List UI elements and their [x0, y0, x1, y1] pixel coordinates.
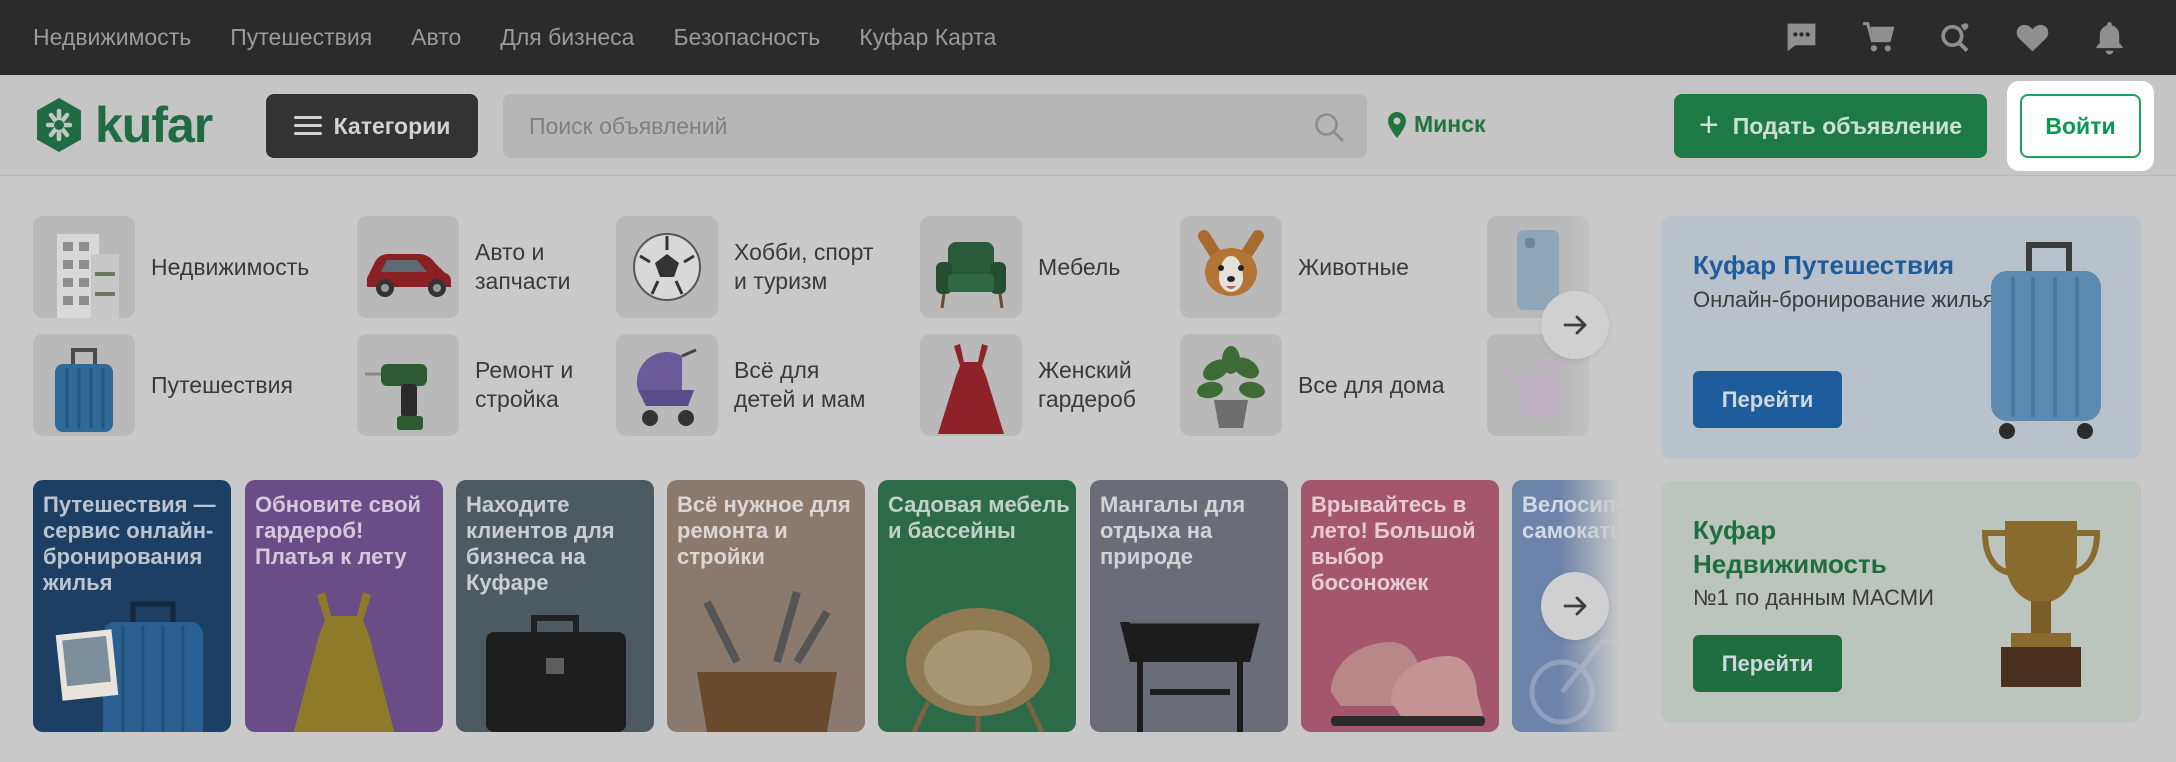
login-highlight: Войти — [2007, 81, 2154, 171]
banner-sandals[interactable]: Врывайтесь в лето! Большой выбор босонож… — [1301, 480, 1499, 732]
category-label: Авто и запчасти — [475, 239, 571, 294]
plus-icon: + — [1698, 105, 1719, 144]
promo-banners-carousel: Путешествия — сервис онлайн-бронирования… — [0, 480, 1620, 732]
top-link-auto[interactable]: Авто — [411, 24, 461, 51]
banner-text: Врывайтесь в лето! Большой выбор босонож… — [1311, 492, 1476, 595]
category-hobby[interactable]: Хобби, спорт и туризм — [616, 216, 884, 318]
toolbox-art — [697, 590, 837, 732]
promo-title: Куфар Недвижимость — [1693, 515, 1887, 579]
top-nav: Недвижимость Путешествия Авто Для бизнес… — [33, 0, 996, 75]
categories-button[interactable]: Категории — [266, 94, 478, 158]
search-favorites-icon[interactable] — [1937, 19, 1974, 56]
category-label: Мебель — [1038, 253, 1121, 280]
drill-icon — [357, 334, 459, 436]
search-input[interactable] — [503, 94, 1303, 158]
category-label: Всё для детей и мам — [734, 357, 866, 412]
banner-repair[interactable]: Всё нужное для ремонта и стройки — [667, 480, 865, 732]
suitcase-icon — [1991, 242, 2101, 439]
location-selector[interactable]: Минск — [1388, 111, 1486, 138]
armchair-icon — [920, 216, 1022, 318]
menu-icon — [293, 116, 322, 136]
categories-next-button[interactable] — [1541, 291, 1609, 359]
promo-travel-button[interactable]: Перейти — [1693, 371, 1842, 428]
top-link-travel[interactable]: Путешествия — [230, 24, 372, 51]
location-label: Минск — [1414, 111, 1486, 137]
top-link-map[interactable]: Куфар Карта — [859, 24, 996, 51]
banner-wardrobe[interactable]: Обновите свой гардероб! Платья к лету — [245, 480, 443, 732]
top-link-business[interactable]: Для бизнеса — [500, 24, 634, 51]
arrow-right-icon — [1563, 596, 1587, 616]
top-icons — [1783, 0, 2128, 75]
trophy-icon — [1981, 521, 2101, 687]
banner-text: Мангалы для отдыха на природе — [1100, 492, 1246, 569]
category-label: Недвижимость — [151, 253, 310, 280]
search-box — [503, 94, 1367, 158]
arrow-right-icon — [1563, 315, 1587, 335]
banner-grill[interactable]: Мангалы для отдыха на природе — [1090, 480, 1288, 732]
category-home[interactable]: Все для дома — [1180, 334, 1448, 436]
top-bar: Недвижимость Путешествия Авто Для бизнес… — [0, 0, 2176, 75]
dress-art — [293, 592, 395, 732]
category-label: Ремонт и стройка — [475, 357, 574, 412]
ball-icon — [616, 216, 718, 318]
search-icon[interactable] — [1313, 111, 1345, 143]
banner-travel[interactable]: Путешествия — сервис онлайн-бронирования… — [33, 480, 231, 732]
category-label: Все для дома — [1298, 371, 1445, 398]
category-realty[interactable]: Недвижимость — [33, 216, 310, 318]
car-icon — [357, 216, 459, 318]
logo-text: kufar — [95, 97, 213, 153]
chat-icon[interactable] — [1783, 19, 1820, 56]
banner-garden[interactable]: Садовая мебель и бассейны — [878, 480, 1076, 732]
category-label: Путешествия — [151, 371, 293, 398]
category-animals[interactable]: Животные — [1180, 216, 1448, 318]
plant-icon — [1180, 334, 1282, 436]
category-auto[interactable]: Авто и запчасти — [357, 216, 625, 318]
category-label: Женский гардероб — [1038, 357, 1136, 412]
banner-text: Находите клиентов для бизнеса на Куфаре — [466, 492, 615, 595]
suitcase-icon — [33, 334, 135, 436]
bell-icon[interactable] — [2091, 19, 2128, 56]
dress-icon — [920, 334, 1022, 436]
category-label: Животные — [1298, 253, 1409, 280]
logo-icon — [37, 98, 81, 152]
top-link-security[interactable]: Безопасность — [673, 24, 820, 51]
category-repair[interactable]: Ремонт и стройка — [357, 334, 625, 436]
promo-realty-button[interactable]: Перейти — [1693, 635, 1842, 692]
chair-art — [906, 608, 1050, 732]
location-pin-icon — [1388, 111, 1406, 138]
promo-travel[interactable]: Куфар Путешествия Онлайн-бронирование жи… — [1661, 216, 2141, 459]
stroller-icon — [616, 334, 718, 436]
category-label: Хобби, спорт и туризм — [734, 239, 874, 294]
promo-subtitle: Онлайн-бронирование жилья — [1693, 287, 1995, 312]
banners-next-button[interactable] — [1541, 572, 1609, 640]
banner-text: Всё нужное для ремонта и стройки — [677, 492, 851, 569]
header: kufar Категории Минск + Подать объявлени… — [0, 75, 2176, 176]
top-link-realty[interactable]: Недвижимость — [33, 24, 191, 51]
promo-title: Куфар Путешествия — [1693, 250, 1955, 280]
banner-text: Обновите свой гардероб! Платья к лету — [255, 492, 422, 569]
banner-text: Садовая мебель и бассейны — [888, 492, 1070, 543]
login-button[interactable]: Войти — [2020, 94, 2141, 158]
post-ad-label: Подать объявление — [1732, 112, 1963, 139]
heart-icon[interactable] — [2014, 19, 2051, 56]
categories-grid: Недвижимость Авто и запчасти Хобби, спор… — [0, 176, 1620, 466]
briefcase-art — [486, 615, 626, 732]
cart-icon[interactable] — [1860, 19, 1897, 56]
sandals-art — [1331, 642, 1485, 726]
building-icon — [33, 216, 135, 318]
category-travel[interactable]: Путешествия — [33, 334, 301, 436]
suitcase-art — [55, 601, 203, 732]
post-ad-button[interactable]: + Подать объявление — [1674, 94, 1987, 158]
promo-subtitle: №1 по данным МАСМИ — [1693, 585, 1934, 610]
dog-icon — [1180, 216, 1282, 318]
banner-text: Путешествия — сервис онлайн-бронирования… — [43, 492, 216, 595]
promo-realty[interactable]: Куфар Недвижимость №1 по данным МАСМИ Пе… — [1661, 481, 2141, 723]
categories-label: Категории — [333, 112, 451, 139]
kufar-logo[interactable]: kufar — [33, 95, 213, 155]
category-furniture[interactable]: Мебель — [920, 216, 1188, 318]
grill-art — [1120, 620, 1260, 732]
banner-business[interactable]: Находите клиентов для бизнеса на Куфаре — [456, 480, 654, 732]
category-kids[interactable]: Всё для детей и мам — [616, 334, 884, 436]
category-womens-wardrobe[interactable]: Женский гардероб — [920, 334, 1188, 436]
